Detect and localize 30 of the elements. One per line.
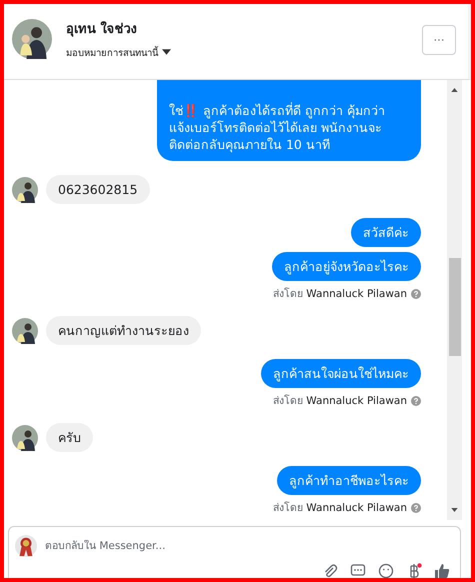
sender-note: ส่งโดย Wannaluck Pilawan xyxy=(272,500,407,516)
sender-note: ส่งโดย Wannaluck Pilawan xyxy=(272,286,407,302)
help-icon[interactable] xyxy=(411,288,421,298)
help-icon[interactable] xyxy=(411,396,421,406)
contact-name: อุเทน ใจช่วง xyxy=(66,20,138,38)
scroll-thumb[interactable] xyxy=(448,258,460,356)
message-bubble: ครับ xyxy=(46,423,93,452)
avatar-icon xyxy=(12,18,52,58)
avatar-icon xyxy=(12,318,38,344)
assign-dropdown[interactable]: มอบหมายการสนทนานี้ xyxy=(66,44,171,60)
message-bubble: คนกาญแต่ทำงานระยอง xyxy=(46,316,201,345)
message-bubble: 0623602815 xyxy=(46,175,150,204)
sender-note: ส่งโดย Wannaluck Pilawan xyxy=(272,394,407,409)
avatar-icon xyxy=(12,424,38,450)
emoji-icon[interactable] xyxy=(378,563,394,578)
message-bubble: สวัสดีค่ะ xyxy=(351,218,421,247)
scrollbar[interactable] xyxy=(447,80,462,520)
caret-icon xyxy=(162,49,171,55)
message-bubble: ลูกค้าสนใจผ่อนใช่ไหมคะ xyxy=(261,359,421,388)
saved-reply-icon[interactable] xyxy=(350,563,366,578)
message-bubble: ลูกค้าทำอาชีพอะไรคะ xyxy=(277,466,421,495)
scroll-up-icon[interactable] xyxy=(451,88,458,92)
avatar-icon xyxy=(12,176,38,202)
help-icon[interactable] xyxy=(411,502,421,512)
scroll-down-icon[interactable] xyxy=(451,508,458,512)
message-bubble: ลูกค้าอยู่จังหวัดอะไรคะ xyxy=(272,252,421,281)
page-avatar-icon xyxy=(15,535,37,557)
more-button[interactable]: ··· xyxy=(422,24,456,54)
thumbs-up-icon[interactable] xyxy=(434,563,450,578)
message-bubble: ใช่‼ ลูกค้าต้องได้รถที่ดี ถูกกว่า คุ้มกว่า แจ้งเบอร์โทรติดต่อไว้ได้เลย พนักงานจะติดต่อกลับคุณภายใน 10 นาที xyxy=(157,80,421,161)
